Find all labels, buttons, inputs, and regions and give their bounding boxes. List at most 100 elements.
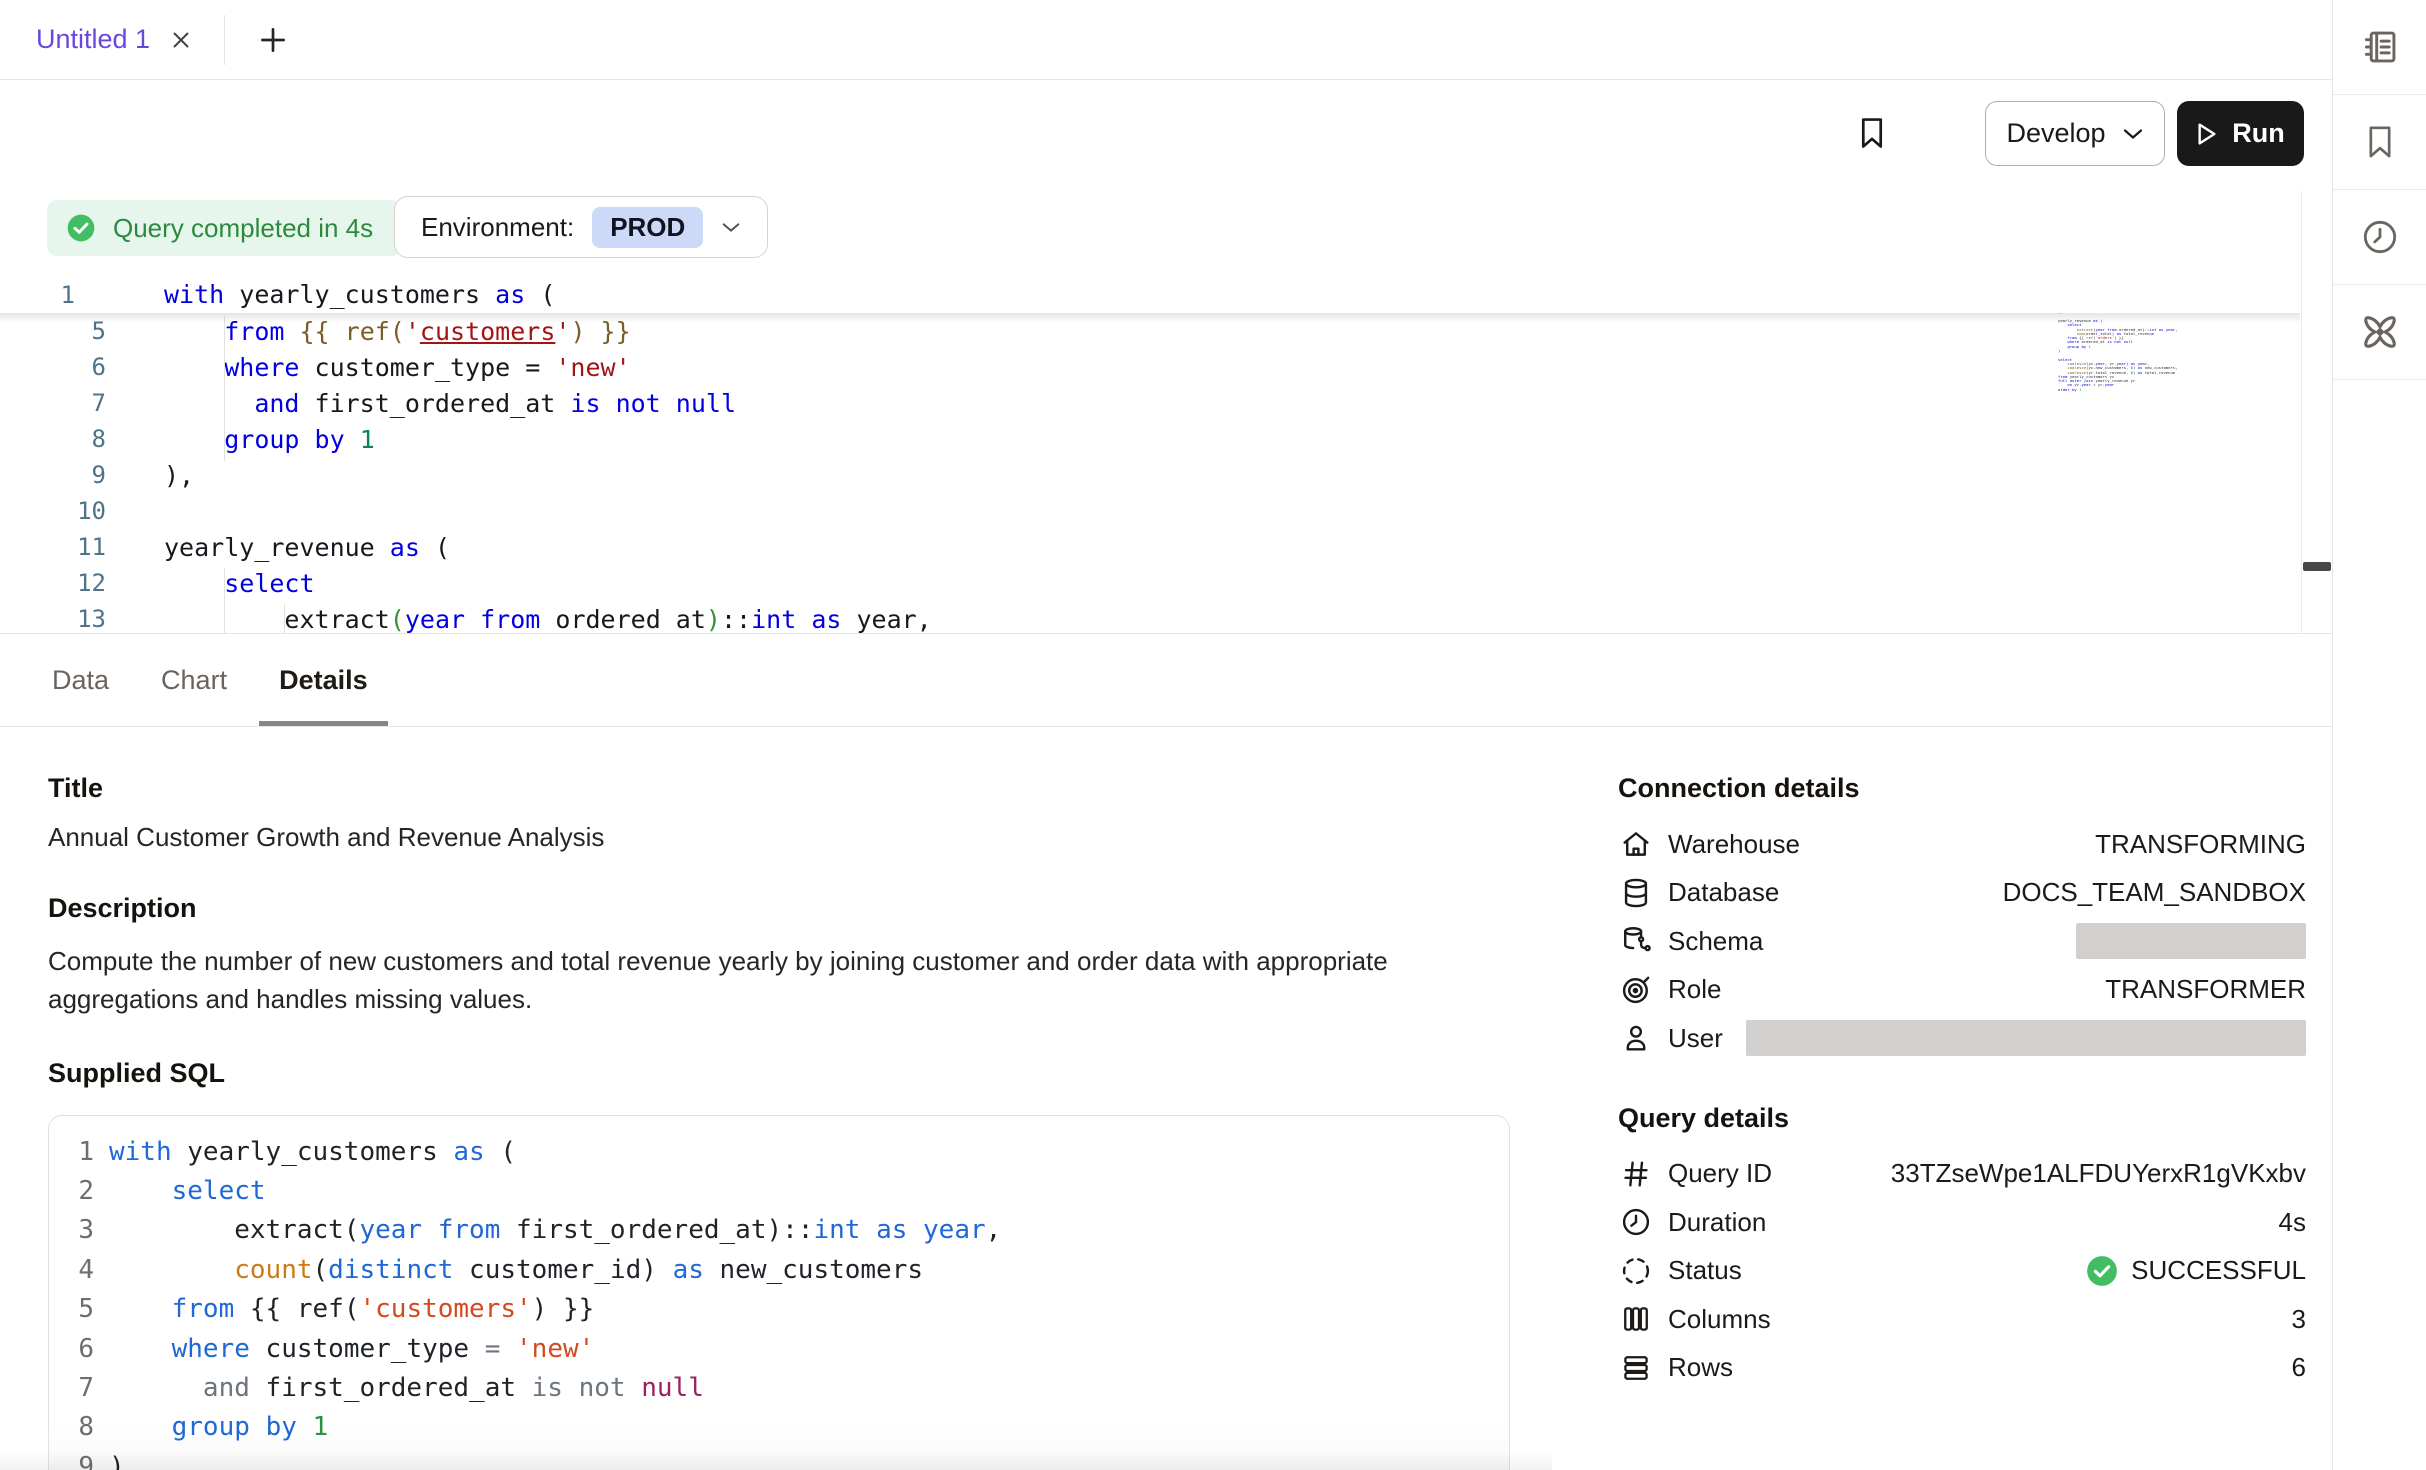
sidebar-button-notebook[interactable]: [2333, 0, 2426, 95]
editor-code-line[interactable]: 8 group by 1: [0, 421, 2300, 457]
detail-row-database: Database DOCS_TEAM_SANDBOX: [1618, 869, 2306, 918]
new-tab-button[interactable]: [245, 12, 301, 68]
line-number: 10: [0, 497, 106, 525]
editor-code-line[interactable]: 12 select: [0, 565, 2300, 601]
editor-code-line[interactable]: 13 extract(year from ordered_at)::int as…: [0, 601, 2300, 633]
sql-code-line: 4 count(distinct customer_id) as new_cus…: [49, 1250, 1509, 1289]
indent-guide: [224, 316, 225, 461]
line-number: 6: [0, 353, 106, 381]
environment-value-badge: PROD: [592, 207, 703, 248]
query-status-text: Query completed in 4s: [113, 213, 373, 244]
warehouse-icon: [1618, 826, 1654, 862]
description-heading: Description: [48, 893, 1512, 924]
code-text: and first_ordered_at is not null: [109, 1373, 704, 1403]
code-text: with yearly_customers as (: [164, 280, 555, 309]
environment-selector[interactable]: Environment: PROD: [394, 196, 768, 258]
bookmark-button[interactable]: [1842, 103, 1902, 163]
notebook-icon: [2358, 25, 2402, 69]
line-number: 3: [49, 1215, 94, 1245]
document-tab-label: Untitled 1: [36, 24, 150, 55]
line-number: 8: [0, 425, 106, 453]
line-number: 9: [49, 1452, 94, 1470]
line-number: 7: [0, 389, 106, 417]
line-number: 5: [49, 1294, 94, 1324]
detail-row-value: TRANSFORMING: [2095, 829, 2306, 860]
editor-code-line[interactable]: 1with yearly_customers as (: [0, 276, 2300, 313]
document-tab-untitled-1[interactable]: Untitled 1: [0, 0, 224, 79]
sidebar-button-history-clock[interactable]: [2333, 190, 2426, 285]
description-value: Compute the number of new customers and …: [48, 942, 1480, 1018]
detail-row-warehouse: WarehouseTRANSFORMING: [1618, 820, 2306, 869]
code-text: yearly_revenue as (: [164, 533, 450, 562]
detail-row-label: Status: [1668, 1255, 1742, 1286]
redacted-value: [2076, 923, 2306, 959]
code-text: with yearly_customers as (: [109, 1137, 516, 1167]
indent-guide: [224, 568, 225, 633]
detail-row-label: Schema: [1668, 926, 1763, 957]
run-button[interactable]: Run: [2177, 101, 2304, 166]
detail-row-role: RoleTRANSFORMER: [1618, 966, 2306, 1015]
line-number: 11: [0, 533, 106, 561]
editor-code-line[interactable]: 6 where customer_type = 'new': [0, 349, 2300, 385]
run-button-label: Run: [2232, 118, 2284, 149]
editor-scrollbar-thumb[interactable]: [2303, 562, 2331, 571]
rows-icon: [1618, 1350, 1654, 1386]
query-status-badge: Query completed in 4s: [47, 200, 401, 256]
sql-code-line: 3 extract(year from first_ordered_at)::i…: [49, 1211, 1509, 1250]
detail-row-label: Query ID: [1668, 1158, 1772, 1189]
editor-code-line[interactable]: 10: [0, 493, 2300, 529]
tab-chart[interactable]: Chart: [141, 634, 247, 726]
detail-row-schema: Schema: [1618, 917, 2306, 966]
sql-code-line: 1with yearly_customers as (: [49, 1132, 1509, 1171]
develop-dropdown-button[interactable]: Develop: [1985, 101, 2165, 166]
detail-row-value: TRANSFORMER: [2105, 974, 2306, 1005]
tab-details[interactable]: Details: [259, 634, 388, 726]
editor-code-line[interactable]: 9),: [0, 457, 2300, 493]
editor-scrollbar-track[interactable]: [2301, 191, 2302, 633]
sticky-line-shadow: [0, 313, 2300, 323]
bookmark-icon: [1853, 114, 1891, 152]
status-value: SUCCESSFUL: [2085, 1254, 2306, 1288]
code-text: extract(year from first_ordered_at)::int…: [109, 1215, 1001, 1245]
develop-button-label: Develop: [2006, 118, 2105, 149]
dbt-logo-icon: [2358, 310, 2402, 354]
tab-data[interactable]: Data: [32, 634, 129, 726]
code-text: extract(year from ordered_at)::int as ye…: [164, 605, 932, 634]
sql-code-line: 8 group by 1: [49, 1408, 1509, 1447]
sql-editor[interactable]: 1with yearly_customers as (5 from {{ ref…: [0, 276, 2300, 633]
details-panel: Title Annual Customer Growth and Revenue…: [0, 727, 2332, 1470]
check-circle-icon: [65, 212, 97, 244]
detail-row-label: Duration: [1668, 1207, 1766, 1238]
line-number: 4: [49, 1255, 94, 1285]
query-details-heading: Query details: [1618, 1103, 2306, 1134]
code-text: count(distinct customer_id) as new_custo…: [109, 1255, 923, 1285]
code-text: group by 1: [164, 425, 375, 454]
document-tab-bar: Untitled 1: [0, 0, 2332, 80]
title-value: Annual Customer Growth and Revenue Analy…: [48, 822, 1512, 853]
history-clock-icon: [2359, 216, 2401, 258]
clock-icon: [1618, 1204, 1654, 1240]
spinner-icon: [1618, 1253, 1654, 1289]
editor-code-line[interactable]: 11 yearly_revenue as (: [0, 529, 2300, 565]
code-text: group by 1: [109, 1412, 328, 1442]
connection-details-rows: WarehouseTRANSFORMING Database DOCS_TEAM_S…: [1618, 820, 2306, 1063]
tab-divider: [224, 15, 225, 65]
close-icon[interactable]: [168, 27, 194, 53]
hash-icon: [1618, 1156, 1654, 1192]
sql-code-line: 5 from {{ ref('customers') }}: [49, 1290, 1509, 1329]
code-text: where customer_type = 'new': [164, 353, 631, 382]
sql-code-line: 2 select: [49, 1171, 1509, 1210]
detail-row-label: User: [1668, 1023, 1723, 1054]
detail-row-value: DOCS_TEAM_SANDBOX: [2003, 877, 2306, 908]
code-text: and first_ordered_at is not null: [164, 389, 736, 418]
editor-code-line[interactable]: 7 and first_ordered_at is not null: [0, 385, 2300, 421]
code-text: ),: [164, 461, 194, 490]
detail-row-label: Database: [1668, 877, 1779, 908]
detail-row-status: Status SUCCESSFUL: [1618, 1247, 2306, 1296]
sidebar-button-dbt-logo[interactable]: [2333, 285, 2426, 380]
user-icon: [1618, 1020, 1654, 1056]
code-text: from {{ ref('customers') }}: [109, 1294, 594, 1324]
chevron-down-icon: [2122, 127, 2144, 141]
details-right-column: Connection details WarehouseTRANSFORMING…: [1618, 727, 2306, 1392]
sidebar-button-bookmark[interactable]: [2333, 95, 2426, 190]
